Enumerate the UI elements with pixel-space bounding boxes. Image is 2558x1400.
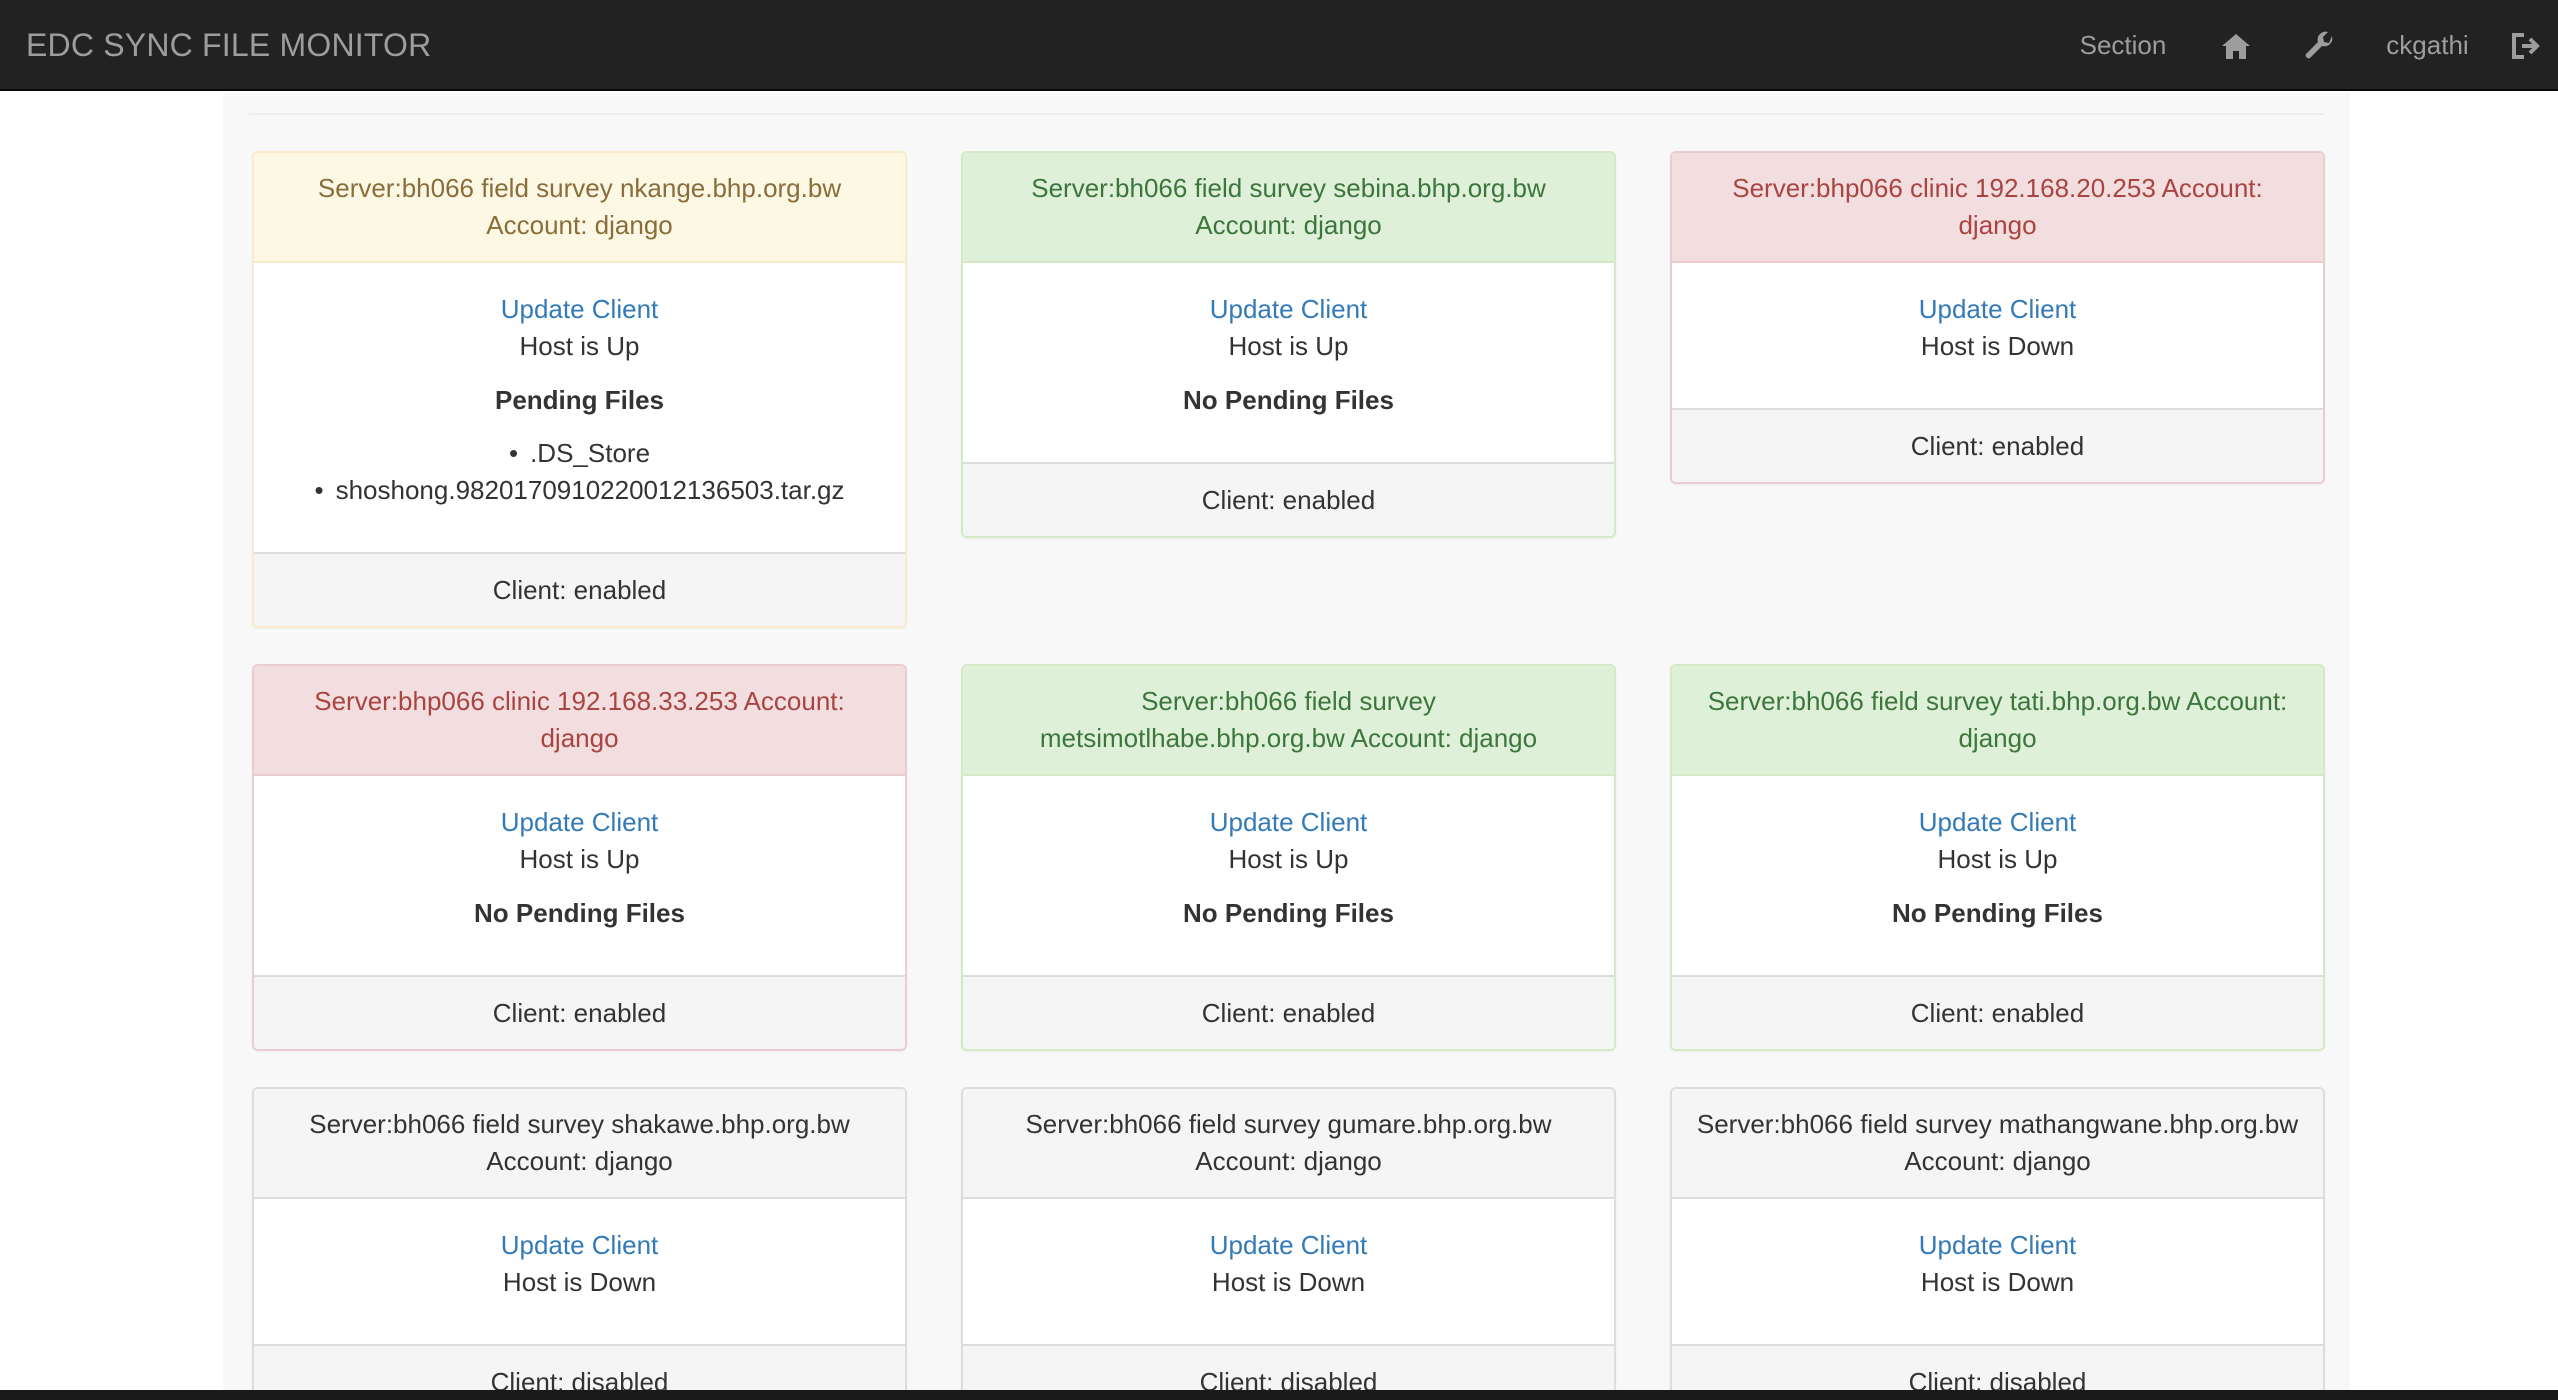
app-brand[interactable]: EDC SYNC FILE MONITOR xyxy=(26,0,431,91)
client-status-footer: Client: enabled xyxy=(254,552,905,626)
pending-files-title: No Pending Files xyxy=(474,898,685,928)
host-status: Host is Down xyxy=(1920,331,2075,361)
update-client-link[interactable]: Update Client xyxy=(274,804,885,841)
server-heading: Server:bh066 field survey sebina.bhp.org… xyxy=(963,153,1614,263)
main-container: Server:bh066 field survey nkange.bhp.org… xyxy=(223,93,2350,1400)
client-status-footer: Client: enabled xyxy=(963,975,1614,1049)
host-status: Host is Up xyxy=(1228,331,1349,361)
pending-files-title: No Pending Files xyxy=(1892,898,2103,928)
update-client-link[interactable]: Update Client xyxy=(274,291,885,328)
divider xyxy=(249,113,2324,115)
host-status: Host is Up xyxy=(519,331,640,361)
update-client-link[interactable]: Update Client xyxy=(1692,1227,2303,1264)
logout-icon xyxy=(2510,31,2542,61)
panel-body: Update Client Host is Up No Pending File… xyxy=(254,776,905,932)
server-panel: Server:bh066 field survey tati.bhp.org.b… xyxy=(1670,664,2325,1051)
server-heading: Server:bh066 field survey mathangwane.bh… xyxy=(1672,1089,2323,1199)
window-bottom-edge xyxy=(0,1390,2558,1400)
pending-files-title: Pending Files xyxy=(494,385,665,415)
panel-body: Update Client Host is Up No Pending File… xyxy=(963,263,1614,419)
update-client-link[interactable]: Update Client xyxy=(274,1227,885,1264)
host-status: Host is Down xyxy=(502,1267,657,1297)
top-navbar: EDC SYNC FILE MONITOR Section ckgathi xyxy=(0,0,2558,91)
server-panel: Server:bh066 field survey metsimotlhabe.… xyxy=(961,664,1616,1051)
server-panel: Server:bhp066 clinic 192.168.33.253 Acco… xyxy=(252,664,907,1051)
pending-files-title: No Pending Files xyxy=(1183,385,1394,415)
nav-section-link[interactable]: Section xyxy=(2068,0,2178,91)
server-panel: Server:bh066 field survey sebina.bhp.org… xyxy=(961,151,1616,538)
server-panel: Server:bhp066 clinic 192.168.20.253 Acco… xyxy=(1670,151,2325,484)
nav-tools-link[interactable] xyxy=(2290,0,2350,91)
panel-body: Update Client Host is Down xyxy=(1672,263,2323,365)
client-status-footer: Client: enabled xyxy=(254,975,905,1049)
panel-body: Update Client Host is Up No Pending File… xyxy=(963,776,1614,932)
server-heading: Server:bh066 field survey nkange.bhp.org… xyxy=(254,153,905,263)
panel-body: Update Client Host is Up Pending Files .… xyxy=(254,263,905,509)
client-status-footer: Client: enabled xyxy=(1672,408,2323,482)
host-status: Host is Down xyxy=(1920,1267,2075,1297)
pending-file-item: .DS_Store xyxy=(274,435,885,472)
nav-logout-link[interactable] xyxy=(2510,0,2558,91)
host-status: Host is Up xyxy=(1228,844,1349,874)
panel-body: Update Client Host is Down xyxy=(1672,1199,2323,1301)
panel-body: Update Client Host is Down xyxy=(254,1199,905,1301)
pending-files-list: .DS_Store shoshong.98201709102200121365​… xyxy=(274,435,885,509)
server-heading: Server:bh066 field survey shakawe.bhp.or… xyxy=(254,1089,905,1199)
server-heading: Server:bh066 field survey tati.bhp.org.b… xyxy=(1672,666,2323,776)
host-status: Host is Down xyxy=(1211,1267,1366,1297)
host-status: Host is Up xyxy=(519,844,640,874)
panel-body: Update Client Host is Down xyxy=(963,1199,1614,1301)
wrench-icon xyxy=(2304,30,2336,62)
server-heading: Server:bhp066 clinic 192.168.20.253 Acco… xyxy=(1672,153,2323,263)
server-heading: Server:bh066 field survey gumare.bhp.org… xyxy=(963,1089,1614,1199)
nav-home-link[interactable] xyxy=(2206,0,2266,91)
client-status-footer: Client: enabled xyxy=(1672,975,2323,1049)
server-heading: Server:bh066 field survey metsimotlhabe.… xyxy=(963,666,1614,776)
pending-file-item: shoshong.98201709102200121365​03.tar.gz xyxy=(274,472,885,509)
panel-body: Update Client Host is Up No Pending File… xyxy=(1672,776,2323,932)
server-panel: Server:bh066 field survey shakawe.bhp.or… xyxy=(252,1087,907,1400)
update-client-link[interactable]: Update Client xyxy=(1692,291,2303,328)
update-client-link[interactable]: Update Client xyxy=(983,1227,1594,1264)
server-panel: Server:bh066 field survey mathangwane.bh… xyxy=(1670,1087,2325,1400)
update-client-link[interactable]: Update Client xyxy=(1692,804,2303,841)
server-panel: Server:bh066 field survey gumare.bhp.org… xyxy=(961,1087,1616,1400)
server-heading: Server:bhp066 clinic 192.168.33.253 Acco… xyxy=(254,666,905,776)
host-status: Host is Up xyxy=(1937,844,2058,874)
pending-files-title: No Pending Files xyxy=(1183,898,1394,928)
update-client-link[interactable]: Update Client xyxy=(983,804,1594,841)
server-panel: Server:bh066 field survey nkange.bhp.org… xyxy=(252,151,907,628)
home-icon xyxy=(2221,32,2251,60)
nav-username[interactable]: ckgathi xyxy=(2370,0,2485,91)
client-status-footer: Client: enabled xyxy=(963,462,1614,536)
update-client-link[interactable]: Update Client xyxy=(983,291,1594,328)
